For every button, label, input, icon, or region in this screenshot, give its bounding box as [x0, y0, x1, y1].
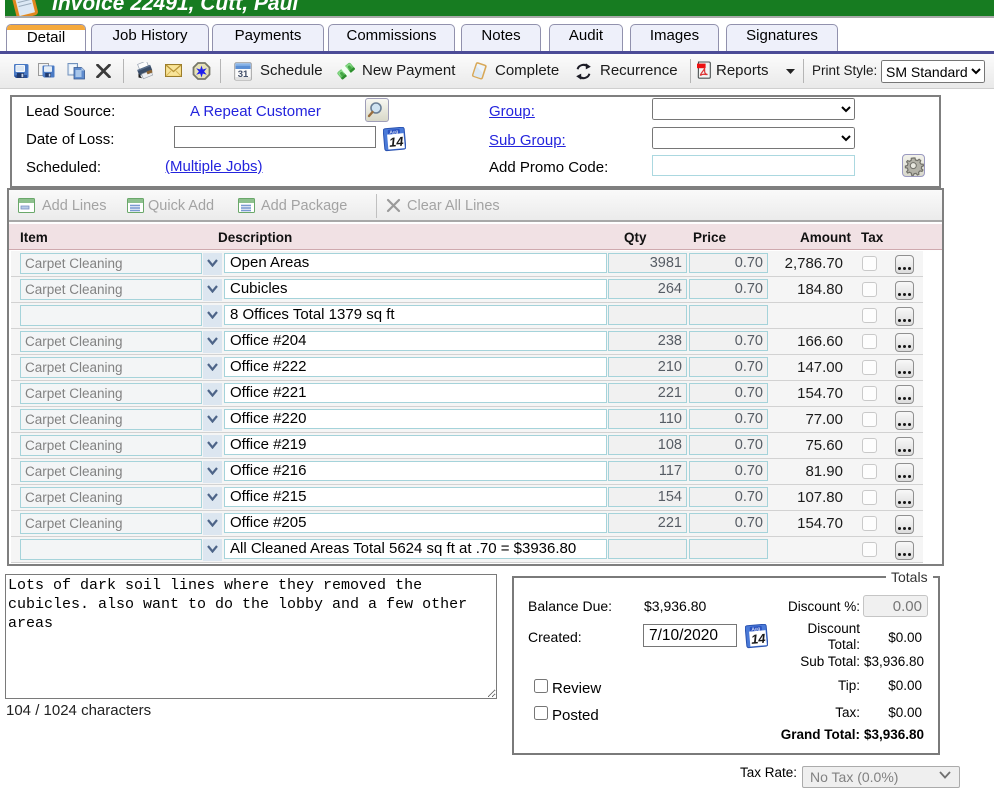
svg-text:31: 31 [238, 69, 249, 80]
svg-text:14: 14 [388, 134, 404, 150]
